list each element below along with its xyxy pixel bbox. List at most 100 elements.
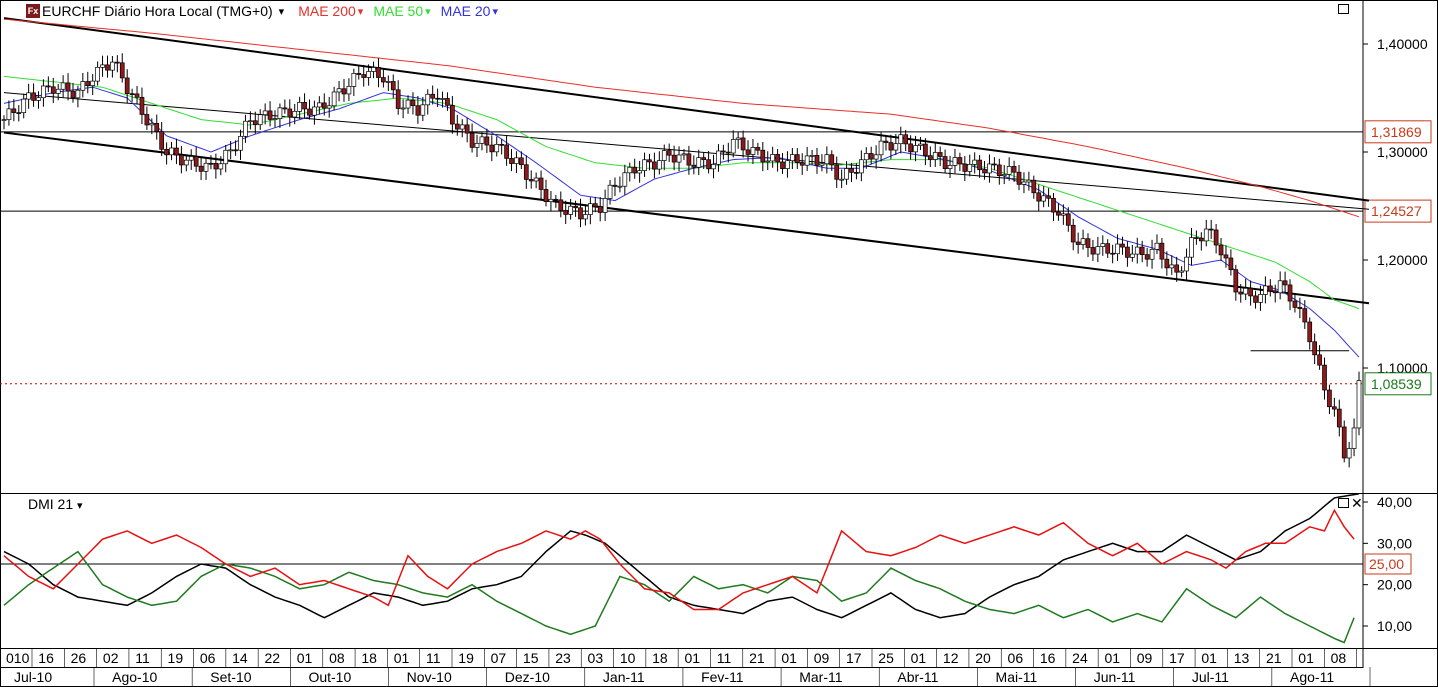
candle-body <box>1312 341 1318 356</box>
candle-body <box>272 118 278 120</box>
candle-body <box>1258 294 1263 303</box>
candle-body <box>1001 174 1007 177</box>
day-label: 010 <box>6 650 30 666</box>
month-label: Fev-11 <box>701 669 744 685</box>
ma200-dropdown-icon[interactable]: ▾ <box>358 5 364 18</box>
candle-body <box>721 150 726 153</box>
close-dmi-pane-icon[interactable]: ✕ <box>1351 496 1363 510</box>
ma20-dropdown-icon[interactable]: ▾ <box>492 5 498 18</box>
candle-body <box>1317 354 1322 366</box>
maximize-dmi-pane-button[interactable] <box>1338 498 1349 508</box>
candle-body <box>371 67 376 72</box>
candle-body <box>868 153 874 160</box>
candle-body <box>711 164 716 170</box>
candle-body <box>50 86 56 94</box>
day-label: 01 <box>1201 650 1217 666</box>
candle-body <box>1115 243 1120 255</box>
day-label: 10 <box>620 650 636 666</box>
candle-body <box>1287 284 1293 302</box>
candle-body <box>307 108 312 116</box>
candle-body <box>376 67 381 78</box>
candle-body <box>1164 258 1170 269</box>
candle-body <box>775 154 780 163</box>
candle-body <box>923 143 928 157</box>
candle-body <box>129 93 135 96</box>
candle-body <box>203 162 209 172</box>
candle-body <box>277 107 283 119</box>
candle-body <box>1100 243 1106 247</box>
candle-body <box>174 147 179 156</box>
month-label: Jan-11 <box>603 669 645 685</box>
day-label: 01 <box>781 650 797 666</box>
candle-body <box>873 154 879 160</box>
symbol-title[interactable]: EURCHF Diário Hora Local (TMG+0) <box>42 3 273 19</box>
candle-body <box>765 160 771 163</box>
candle-body <box>1248 287 1253 297</box>
candle-body <box>1095 246 1101 255</box>
candle-body <box>1080 238 1086 245</box>
candle-body <box>85 81 91 86</box>
candle-body <box>647 159 652 163</box>
dmi-dropdown-icon[interactable]: ▾ <box>77 500 83 512</box>
candle-body <box>661 150 667 161</box>
candle-body <box>656 160 662 170</box>
day-label: 24 <box>1072 650 1088 666</box>
ma200-label[interactable]: MAE 200 <box>298 3 356 19</box>
candle-body <box>1194 237 1199 239</box>
candle-body <box>829 154 835 166</box>
candle-body <box>1021 181 1027 185</box>
candle-body <box>164 148 169 156</box>
day-label: 03 <box>588 650 604 666</box>
day-label: 11 <box>717 650 732 666</box>
candle-body <box>745 149 751 155</box>
candle-body <box>252 120 258 126</box>
day-label: 23 <box>555 650 571 666</box>
candle-body <box>1327 389 1332 408</box>
candle-body <box>366 71 371 78</box>
candle-body <box>637 170 642 174</box>
candle-body <box>671 154 677 163</box>
ma50-dropdown-icon[interactable]: ▾ <box>425 5 431 18</box>
candle-body <box>799 162 805 166</box>
candle-body <box>1263 285 1268 295</box>
candle-body <box>1051 197 1056 213</box>
ma50-label[interactable]: MAE 50 <box>373 3 423 19</box>
candle-body <box>578 207 583 220</box>
candle-body <box>952 157 958 166</box>
day-label: 08 <box>1331 650 1347 666</box>
candle-body <box>1223 254 1229 259</box>
candle-body <box>790 154 795 162</box>
candle-body <box>1065 213 1071 226</box>
candle-body <box>484 136 490 146</box>
candle-body <box>400 107 406 110</box>
candle-body <box>612 184 618 187</box>
symbol-dropdown-icon[interactable]: ▾ <box>279 5 285 18</box>
day-label: 01 <box>1104 650 1120 666</box>
candle-body <box>346 86 352 95</box>
candle-body <box>450 105 455 125</box>
candle-body <box>16 112 22 114</box>
candle-body <box>1144 254 1150 260</box>
candle-body <box>918 143 923 146</box>
candle-body <box>257 114 263 126</box>
candle-body <box>587 203 593 215</box>
dmi-label[interactable]: DMI 21 <box>28 496 73 512</box>
maximize-price-pane-button[interactable] <box>1338 4 1349 14</box>
candle-body <box>267 110 273 120</box>
candle-body <box>70 90 76 99</box>
candle-body <box>617 185 623 188</box>
dmi-header[interactable]: DMI 21 ▾ <box>28 496 83 512</box>
candle-body <box>538 177 544 190</box>
candle-body <box>740 137 746 151</box>
month-label: Nov-10 <box>407 669 452 685</box>
candle-body <box>218 163 224 170</box>
candle-body <box>1292 300 1298 308</box>
candle-body <box>134 93 140 98</box>
candle-body <box>666 150 672 156</box>
candle-body <box>992 163 997 166</box>
candle-body <box>858 159 864 174</box>
candle-body <box>563 210 569 215</box>
candle-body <box>804 155 810 166</box>
candle-body <box>1090 247 1096 255</box>
ma20-label[interactable]: MAE 20 <box>441 3 491 19</box>
